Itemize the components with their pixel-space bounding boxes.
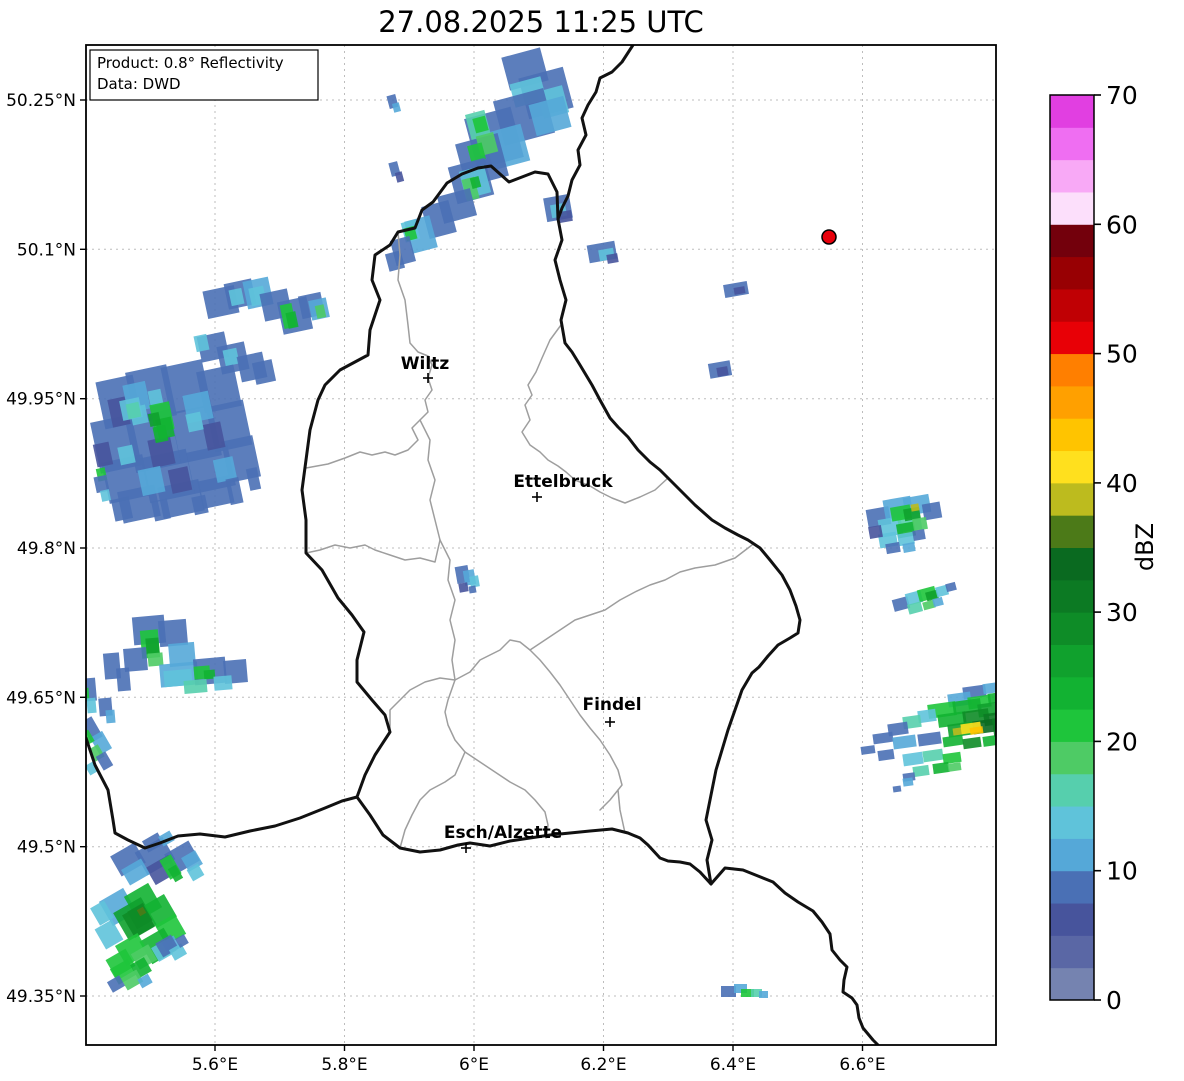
x-tick-label: 5.8°E (321, 1055, 367, 1075)
echo-cell-east-cell-1 (912, 529, 926, 541)
colorbar-segment (1050, 644, 1094, 678)
colorbar-segment (1050, 967, 1094, 1001)
colorbar-segment (1050, 870, 1094, 904)
echo-cell-west-mid (147, 652, 164, 667)
echo-cell-west-mid (86, 697, 97, 714)
colorbar-tick-label: 40 (1106, 469, 1138, 498)
echo-cell-west-mid (213, 675, 233, 691)
y-tick-label: 49.95°N (6, 390, 76, 410)
echo-cell-center-small (468, 585, 477, 594)
colorbar-segment (1050, 482, 1094, 516)
colorbar-segment (1050, 385, 1094, 419)
colorbar-segment (1050, 95, 1094, 128)
colorbar-segment (1050, 676, 1094, 710)
echo-cell-east-cell-1 (910, 503, 920, 512)
city-label-esch-alzette: Esch/Alzette (444, 823, 562, 843)
y-tick-label: 49.65°N (6, 688, 76, 708)
colorbar-tick-label: 0 (1106, 986, 1122, 1015)
echo-cell-east-cell-1 (912, 516, 928, 532)
colorbar-unit-label: dBZ (1131, 523, 1159, 571)
figure-title: 27.08.2025 11:25 UTC (378, 5, 704, 39)
colorbar-segment (1050, 547, 1094, 581)
product-line: Product: 0.8° Reflectivity (97, 54, 284, 72)
x-tick-label: 6.2°E (580, 1055, 626, 1075)
x-tick-label: 6.6°E (839, 1055, 885, 1075)
colorbar-segment (1050, 353, 1094, 387)
colorbar-tick-label: 20 (1106, 727, 1138, 756)
y-tick-label: 49.35°N (6, 987, 76, 1007)
colorbar-segment (1050, 288, 1094, 322)
echo-cell-southeast (952, 727, 963, 736)
colorbar-segment (1050, 515, 1094, 548)
colorbar-segment (1050, 773, 1094, 807)
colorbar-segment (1050, 418, 1094, 452)
y-tick-label: 49.8°N (17, 539, 76, 559)
echo-cell-west-mid (105, 709, 116, 724)
echo-cell-west-mid (183, 679, 208, 694)
echo-cell-north-scattered (606, 253, 619, 264)
x-tick-label: 5.6°E (192, 1055, 238, 1075)
echo-cell-north-scattered (716, 366, 729, 377)
echo-cell-south-strip (721, 986, 736, 997)
radar-map-canvas: Wiltz Ettelbruck Findel Esch/Alzette 5.6°E 5… (6, 5, 1159, 1075)
x-tick-label: 6.4°E (710, 1055, 756, 1075)
echo-cell-southeast (982, 735, 996, 747)
echo-cell-east-cell-1 (868, 524, 883, 540)
colorbar-segment (1050, 838, 1094, 872)
colorbar-segment (1050, 191, 1094, 225)
colorbar: 0 10 20 30 40 50 60 70 (1049, 81, 1138, 1015)
city-label-ettelbruck: Ettelbruck (513, 472, 613, 492)
colorbar-segment (1050, 127, 1094, 161)
colorbar-tick-label: 10 (1106, 857, 1138, 886)
colorbar-segment (1050, 224, 1094, 258)
colorbar-segment (1050, 806, 1094, 839)
city-label-findel: Findel (582, 695, 641, 715)
colorbar-tick-label: 70 (1106, 81, 1138, 110)
colorbar-segment (1050, 935, 1094, 969)
colorbar-segment (1050, 321, 1094, 355)
echo-cell-southeast (987, 692, 996, 704)
colorbar-segment (1050, 903, 1094, 936)
colorbar-segment (1050, 741, 1094, 775)
y-tick-label: 50.25°N (6, 91, 76, 111)
product-info-box: Product: 0.8° Reflectivity Data: DWD (89, 49, 319, 101)
city-label-wiltz: Wiltz (401, 354, 450, 374)
plot-area (86, 45, 996, 1045)
echo-cell-south-strip (759, 991, 768, 998)
colorbar-tick-label: 30 (1106, 598, 1138, 627)
colorbar-tick-label: 60 (1106, 210, 1138, 239)
data-source-line: Data: DWD (97, 75, 181, 93)
colorbar-segment (1050, 709, 1094, 742)
y-tick-label: 50.1°N (17, 240, 76, 260)
colorbar-segment (1050, 450, 1094, 484)
echo-cell-center-small (458, 582, 469, 593)
echo-cell-west-mid (145, 637, 160, 655)
colorbar-tick-label: 50 (1106, 340, 1138, 369)
echo-cell-southeast (902, 777, 914, 787)
colorbar-segment (1050, 256, 1094, 290)
y-tick-label: 49.5°N (17, 838, 76, 858)
radar-figure: Wiltz Ettelbruck Findel Esch/Alzette 5.6°E 5… (0, 0, 1184, 1081)
radar-site-marker (821, 229, 837, 245)
echo-cell-southeast (892, 785, 902, 793)
colorbar-segment (1050, 159, 1094, 193)
echo-cell-west-mid (116, 667, 131, 692)
colorbar-segment (1050, 579, 1094, 613)
colorbar-segment (1050, 612, 1094, 645)
x-tick-label: 6°E (459, 1055, 489, 1075)
